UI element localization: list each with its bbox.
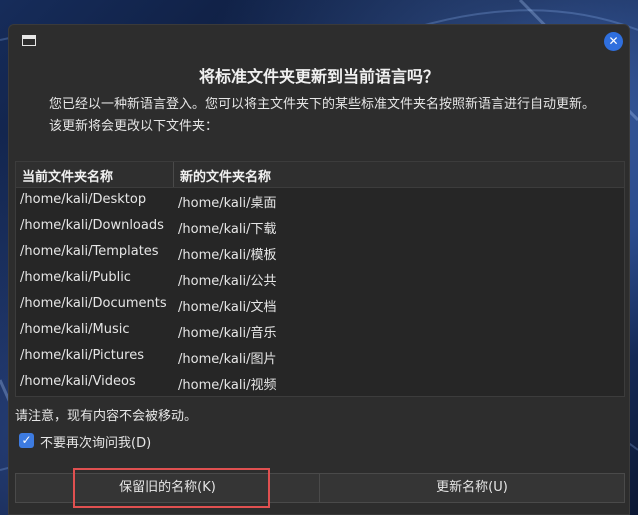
table-body: /home/kali/Desktop /home/kali/桌面 /home/k… bbox=[16, 188, 624, 396]
column-header-new[interactable]: 新的文件夹名称 bbox=[180, 166, 271, 185]
cell-new-name: /home/kali/下载 bbox=[178, 222, 277, 237]
table-row[interactable]: /home/kali/Public /home/kali/公共 bbox=[16, 266, 624, 292]
cell-current-name: /home/kali/Pictures bbox=[20, 348, 144, 363]
cell-new-name: /home/kali/模板 bbox=[178, 248, 277, 263]
cell-current-name: /home/kali/Music bbox=[20, 322, 130, 337]
dont-ask-again-label[interactable]: 不要再次询问我(D) bbox=[40, 432, 151, 451]
table-row[interactable]: /home/kali/Videos /home/kali/视频 bbox=[16, 370, 624, 396]
cell-current-name: /home/kali/Templates bbox=[20, 244, 159, 259]
cell-new-name: /home/kali/文档 bbox=[178, 300, 277, 315]
cell-new-name: /home/kali/桌面 bbox=[178, 196, 277, 211]
table-row[interactable]: /home/kali/Downloads /home/kali/下载 bbox=[16, 214, 624, 240]
table-row[interactable]: /home/kali/Desktop /home/kali/桌面 bbox=[16, 188, 624, 214]
folder-table: 当前文件夹名称 新的文件夹名称 /home/kali/Desktop /home… bbox=[15, 161, 625, 397]
cell-current-name: /home/kali/Documents bbox=[20, 296, 167, 311]
dont-ask-again-checkbox[interactable]: ✓ bbox=[19, 433, 34, 448]
table-row[interactable]: /home/kali/Music /home/kali/音乐 bbox=[16, 318, 624, 344]
window-icon bbox=[22, 35, 36, 46]
table-row[interactable]: /home/kali/Documents /home/kali/文档 bbox=[16, 292, 624, 318]
update-names-button[interactable]: 更新名称(U) bbox=[319, 473, 625, 503]
keep-old-names-button[interactable]: 保留旧的名称(K) bbox=[15, 473, 320, 503]
table-row[interactable]: /home/kali/Templates /home/kali/模板 bbox=[16, 240, 624, 266]
column-header-current[interactable]: 当前文件夹名称 bbox=[22, 166, 113, 185]
table-row[interactable]: /home/kali/Pictures /home/kali/图片 bbox=[16, 344, 624, 370]
cell-current-name: /home/kali/Desktop bbox=[20, 192, 147, 207]
cell-current-name: /home/kali/Public bbox=[20, 270, 131, 285]
notice-text: 请注意，现有内容不会被移动。 bbox=[15, 409, 198, 424]
close-button[interactable]: ✕ bbox=[604, 32, 623, 51]
dialog-heading: 将标准文件夹更新到当前语言吗？ bbox=[198, 67, 439, 86]
cell-new-name: /home/kali/音乐 bbox=[178, 326, 277, 341]
close-icon: ✕ bbox=[608, 34, 619, 48]
cell-new-name: /home/kali/图片 bbox=[178, 352, 277, 367]
checkmark-icon: ✓ bbox=[21, 433, 32, 447]
column-separator bbox=[173, 162, 174, 187]
table-header: 当前文件夹名称 新的文件夹名称 bbox=[16, 162, 624, 188]
cell-current-name: /home/kali/Downloads bbox=[20, 218, 164, 233]
cell-new-name: /home/kali/公共 bbox=[178, 274, 277, 289]
titlebar: ✕ bbox=[9, 25, 629, 59]
update-folders-dialog: ✕ 将标准文件夹更新到当前语言吗？ 您已经以一种新语言登入。您可以将主文件夹下的… bbox=[8, 24, 630, 515]
cell-current-name: /home/kali/Videos bbox=[20, 374, 136, 389]
dialog-description: 您已经以一种新语言登入。您可以将主文件夹下的某些标准文件夹名按照新语言进行自动更… bbox=[49, 97, 596, 134]
cell-new-name: /home/kali/视频 bbox=[178, 378, 277, 393]
